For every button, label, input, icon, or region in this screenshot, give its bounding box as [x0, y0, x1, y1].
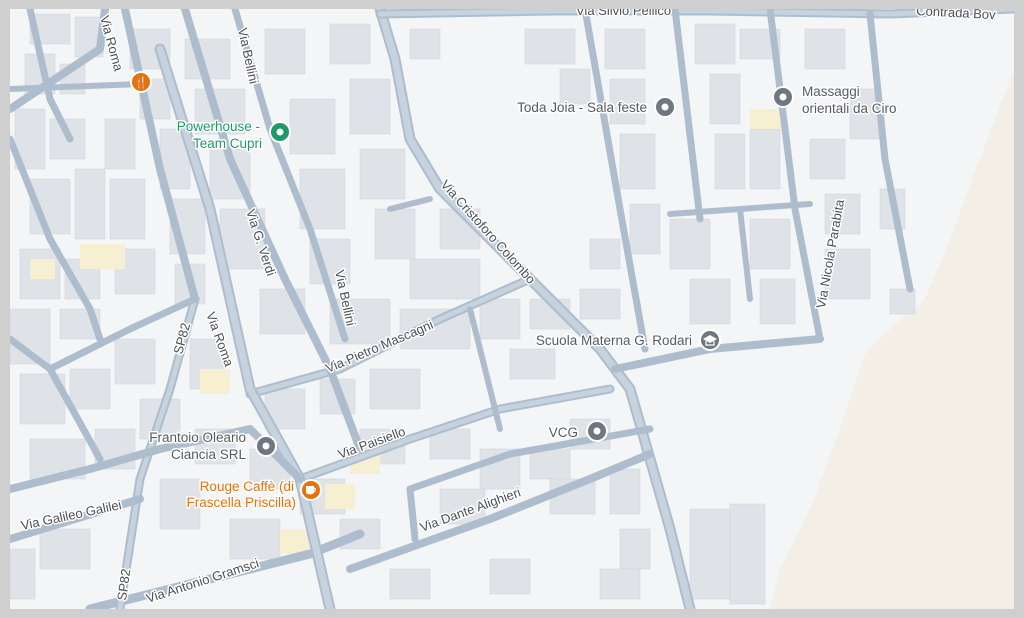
poi-label-powerhouse-line1: Powerhouse -: [177, 119, 260, 134]
map-frame: Via Silvio Pellico Contrada Bov Via Roma…: [0, 0, 1024, 618]
poi-label-powerhouse-line2: Team Cupri: [193, 136, 262, 151]
street-label-via-antonio-gramsci: Via Antonio Gramsci: [144, 555, 261, 606]
map-canvas[interactable]: Via Silvio Pellico Contrada Bov Via Roma…: [10, 9, 1014, 609]
poi-label-massaggi-line1: Massaggi: [802, 84, 860, 99]
poi-label-scuola: Scuola Materna G. Rodari: [536, 333, 692, 348]
poi-label-vcg: VCG: [549, 425, 578, 440]
street-label-contrada-bov: Contrada Bov: [916, 9, 997, 22]
poi-label-toda-joia: Toda Joia - Sala feste: [517, 100, 647, 115]
street-label-via-galileo-galilei: Via Galileo Galilei: [20, 497, 123, 533]
poi-label-massaggi-line2: orientali da Ciro: [802, 101, 897, 116]
poi-powerhouse[interactable]: Powerhouse - Team Cupri: [175, 118, 291, 153]
poi-restaurant[interactable]: 🍴: [130, 71, 152, 93]
map-svg[interactable]: Via Silvio Pellico Contrada Bov Via Roma…: [10, 9, 1014, 609]
poi-scuola[interactable]: Scuola Materna G. Rodari: [534, 329, 721, 351]
poi-toda-joia[interactable]: Toda Joia - Sala feste: [516, 96, 676, 118]
poi-label-rouge-line1: Rouge Caffè (di: [200, 479, 294, 494]
poi-label-rouge-line2: Frascella Priscilla): [186, 495, 296, 510]
street-label-via-bellini-top: Via Bellini: [235, 27, 262, 86]
svg-text:🍴: 🍴: [134, 76, 148, 89]
poi-label-frantoio-line1: Frantoio Oleario: [149, 430, 246, 445]
poi-label-frantoio-line2: Ciancia SRL: [171, 447, 247, 462]
street-label-via-silvio-pellico: Via Silvio Pellico: [576, 9, 671, 18]
